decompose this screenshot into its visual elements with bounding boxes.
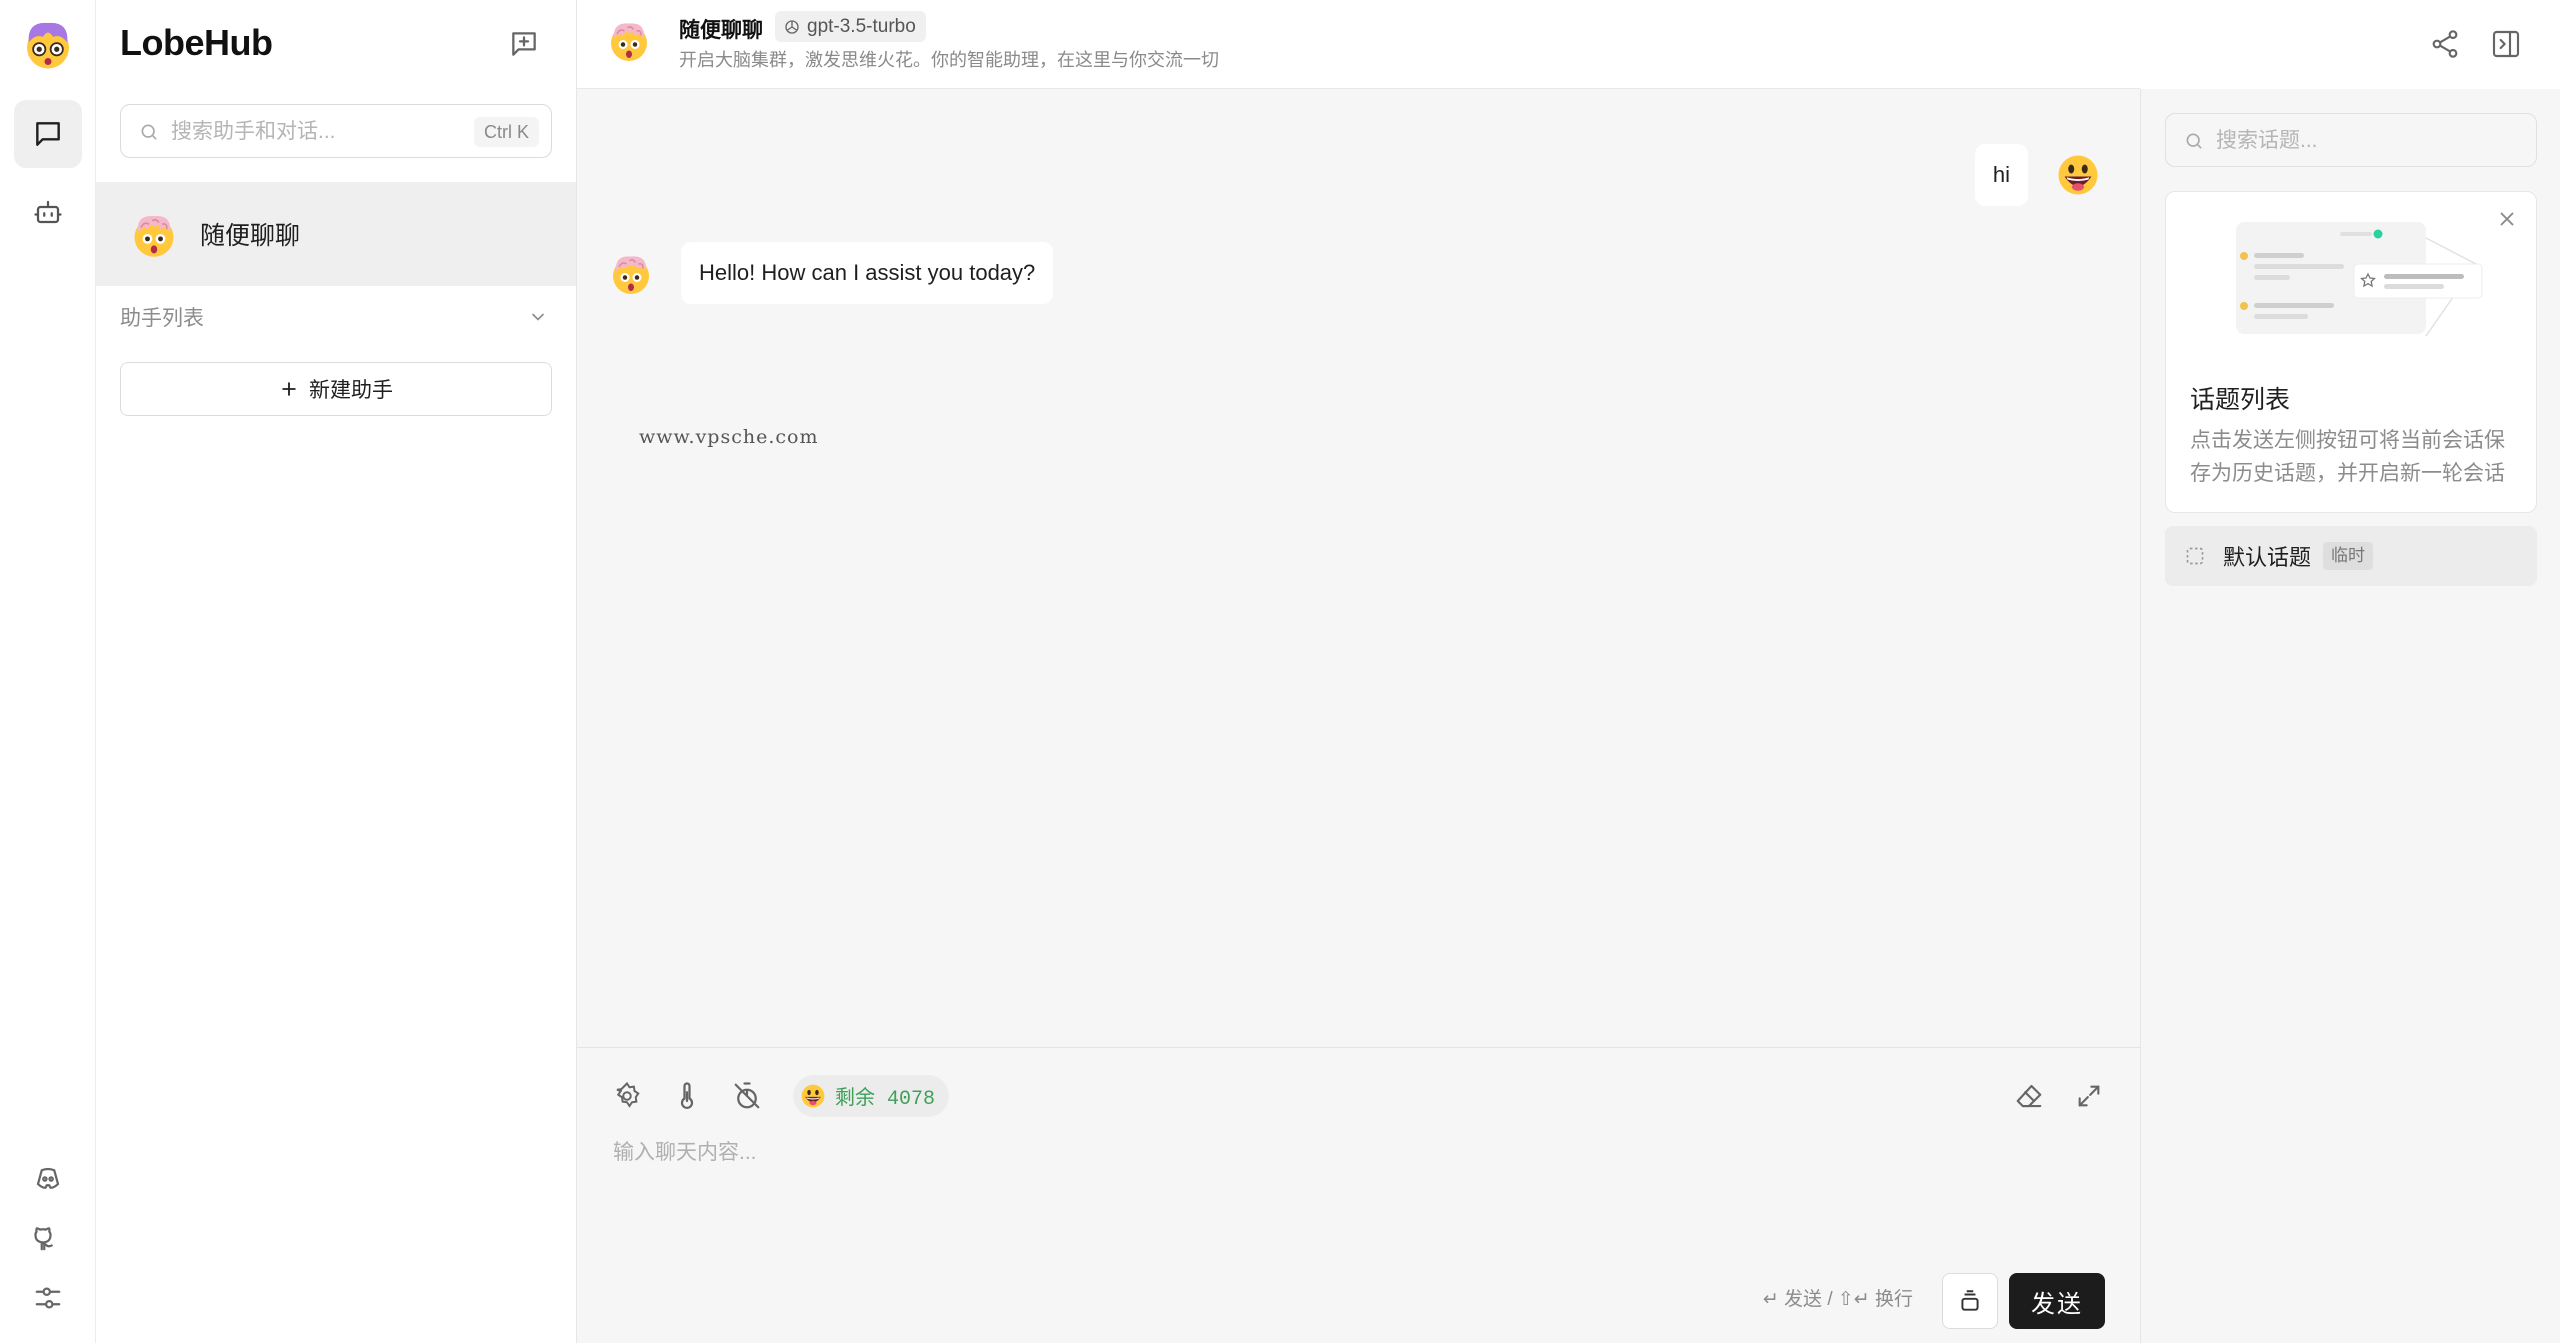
- panel-toggle-icon: [2490, 28, 2522, 60]
- agent-avatar[interactable]: [605, 16, 653, 64]
- icon-rail: [0, 0, 96, 1343]
- save-topic-button[interactable]: [1942, 1273, 1998, 1329]
- chat-main: 随便聊聊 gpt-3.5-turbo 开启大脑集群，激发思维火花。你的智能助理，…: [577, 0, 2520, 1343]
- chevron-down-icon: [528, 307, 548, 327]
- new-assistant-label: 新建助手: [309, 379, 393, 402]
- expand-icon: [2075, 1082, 2103, 1110]
- user-avatar-icon: [2054, 151, 2102, 199]
- assistant-message: Hello! How can I assist you today?: [607, 242, 1054, 304]
- session-item[interactable]: 随便聊聊: [96, 182, 576, 286]
- dashed-square-icon: [2185, 546, 2205, 566]
- chat-nav-button[interactable]: [14, 100, 82, 168]
- clear-messages-button[interactable]: [2009, 1072, 2049, 1120]
- temperature-button[interactable]: [667, 1072, 707, 1120]
- robot-icon: [33, 197, 63, 227]
- user-message: hi: [1974, 144, 2102, 206]
- thermometer-icon: [672, 1081, 702, 1111]
- topic-search-input[interactable]: [2216, 124, 2516, 158]
- assistant-group-label: 助手列表: [120, 307, 204, 330]
- settings-link[interactable]: [26, 1276, 70, 1320]
- topic-temp-badge: 临时: [2323, 542, 2374, 570]
- chat-composer: 剩余 4078 ↵ 发送 / ⇧↵ 换行: [577, 1047, 2140, 1343]
- session-item-label: 随便聊聊: [200, 222, 301, 250]
- send-shortcut-hint: ↵ 发送 / ⇧↵ 换行: [1762, 1289, 1913, 1310]
- chat-icon: [32, 118, 64, 150]
- grinning-face-icon: [799, 1082, 827, 1110]
- session-search-input[interactable]: [171, 115, 471, 149]
- new-assistant-button[interactable]: 新建助手: [120, 362, 552, 416]
- settings-gear-icon: [612, 1081, 642, 1111]
- session-avatar: [128, 208, 180, 260]
- market-nav-button[interactable]: [14, 178, 82, 246]
- agent-description: 开启大脑集群，激发思维火花。你的智能助理，在这里与你交流一切: [679, 50, 1219, 70]
- history-limit-button[interactable]: [727, 1072, 767, 1120]
- chat-header: 随便聊聊 gpt-3.5-turbo 开启大脑集群，激发思维火花。你的智能助理，…: [577, 0, 2520, 89]
- model-name: gpt-3.5-turbo: [807, 15, 916, 37]
- new-chat-icon: [508, 28, 540, 60]
- assistant-message-bubble: Hello! How can I assist you today?: [681, 242, 1054, 304]
- topic-guide-description: 点击发送左侧按钮可将当前会话保存为历史话题，并开启新一轮会话: [2190, 429, 2505, 485]
- search-icon: [139, 122, 159, 142]
- session-sidebar: LobeHub Ctrl K 随便聊聊 助手列表 新建助手: [96, 0, 577, 1343]
- model-tag[interactable]: gpt-3.5-turbo: [775, 11, 926, 42]
- close-icon[interactable]: [2496, 208, 2518, 230]
- topic-guide-card: 话题列表 点击发送左侧按钮可将当前会话保存为历史话题，并开启新一轮会话: [2165, 191, 2537, 513]
- github-link[interactable]: [26, 1216, 70, 1260]
- session-search[interactable]: Ctrl K: [120, 104, 552, 158]
- archive-icon: [1957, 1288, 1983, 1314]
- chat-input[interactable]: [613, 1136, 2103, 1236]
- github-icon: [33, 1223, 63, 1253]
- user-avatar[interactable]: [20, 16, 76, 72]
- topic-guide-title: 话题列表: [2190, 386, 2291, 414]
- topic-panel: 话题列表 点击发送左侧按钮可将当前会话保存为历史话题，并开启新一轮会话 默认话题…: [2140, 89, 2560, 1343]
- assistant-avatar-icon: [607, 249, 655, 297]
- topic-illustration: [2236, 222, 2483, 337]
- search-icon: [2184, 131, 2204, 151]
- token-counter[interactable]: 剩余 4078: [793, 1075, 950, 1117]
- new-chat-button[interactable]: [502, 22, 546, 66]
- toggle-topic-panel-button[interactable]: [2482, 20, 2530, 68]
- user-message-bubble: hi: [1974, 144, 2028, 206]
- plus-icon: [279, 379, 299, 399]
- agent-title: 随便聊聊: [679, 19, 763, 42]
- search-shortcut-hint: Ctrl K: [474, 117, 539, 147]
- timer-off-icon: [732, 1081, 762, 1111]
- eraser-icon: [2014, 1081, 2044, 1111]
- topic-item-label: 默认话题: [2223, 545, 2312, 570]
- token-counter-label: 剩余 4078: [835, 1088, 936, 1111]
- agent-settings-button[interactable]: [607, 1072, 647, 1120]
- discord-icon: [33, 1164, 63, 1194]
- topic-search[interactable]: [2165, 113, 2537, 167]
- watermark-text: www.vpsche.com: [639, 426, 819, 448]
- assistant-group-header[interactable]: 助手列表: [120, 300, 552, 334]
- send-button[interactable]: 发送: [2009, 1273, 2105, 1329]
- settings-sliders-icon: [33, 1283, 63, 1313]
- openai-icon: [783, 18, 801, 36]
- discord-link[interactable]: [26, 1157, 70, 1201]
- brand-logo-text: LobeHub: [120, 22, 273, 63]
- expand-composer-button[interactable]: [2069, 1072, 2109, 1120]
- topic-item[interactable]: 默认话题 临时: [2165, 526, 2537, 586]
- share-button[interactable]: [2421, 20, 2469, 68]
- share-icon: [2429, 28, 2461, 60]
